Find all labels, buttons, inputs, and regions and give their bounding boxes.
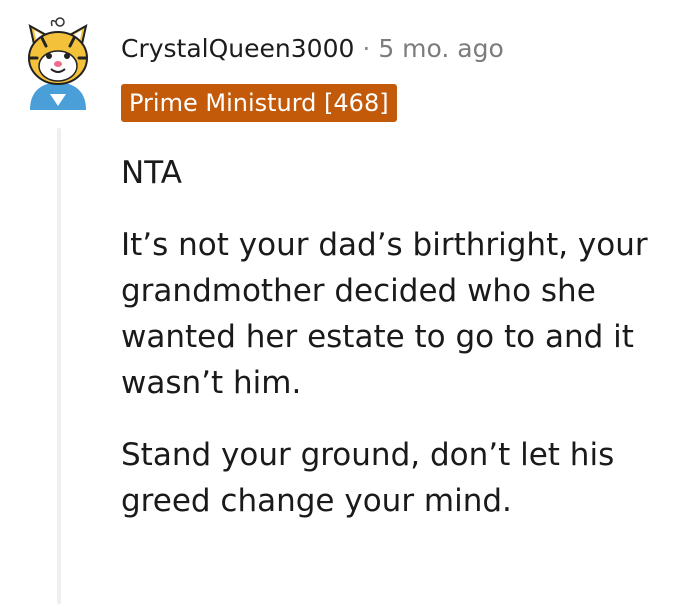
user-flair-badge: Prime Ministurd [468] xyxy=(121,84,397,122)
comment-body: NTA It’s not your dad’s birthright, your… xyxy=(121,150,699,550)
timestamp-link[interactable]: 5 mo. ago xyxy=(378,34,503,63)
comment-header: CrystalQueen3000 · 5 mo. ago xyxy=(121,32,504,66)
thread-line[interactable] xyxy=(57,128,61,604)
comment-paragraph: It’s not your dad’s birthright, your gra… xyxy=(121,227,648,401)
comment-paragraph: NTA xyxy=(121,155,182,191)
comment-paragraph: Stand your ground, don’t let his greed c… xyxy=(121,437,615,519)
separator-dot: · xyxy=(362,34,371,63)
tiger-avatar-icon xyxy=(28,17,88,110)
avatar[interactable] xyxy=(20,14,96,114)
username-link[interactable]: CrystalQueen3000 xyxy=(121,34,354,63)
